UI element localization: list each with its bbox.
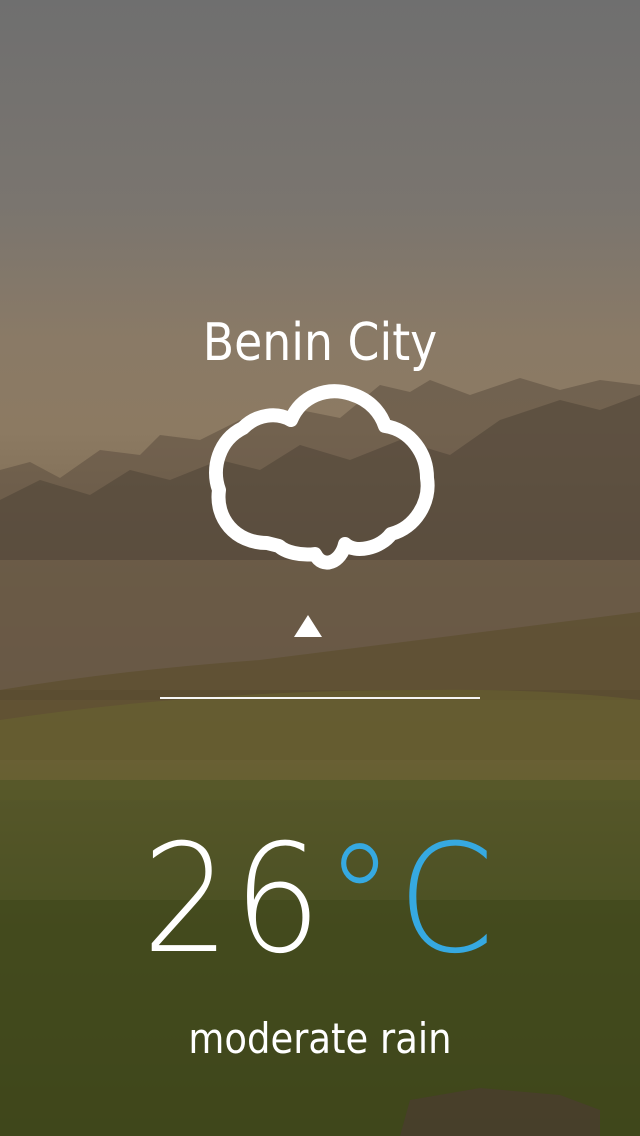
temperature-readout: 26°C [26, 815, 615, 985]
temperature-value: 26 [142, 813, 326, 987]
expand-arrow-icon[interactable] [293, 613, 323, 639]
cloud-icon [205, 378, 440, 578]
divider [160, 697, 480, 699]
city-name: Benin City [202, 313, 438, 373]
weather-condition: moderate rain [188, 1014, 452, 1063]
temperature-unit: °C [325, 813, 498, 987]
